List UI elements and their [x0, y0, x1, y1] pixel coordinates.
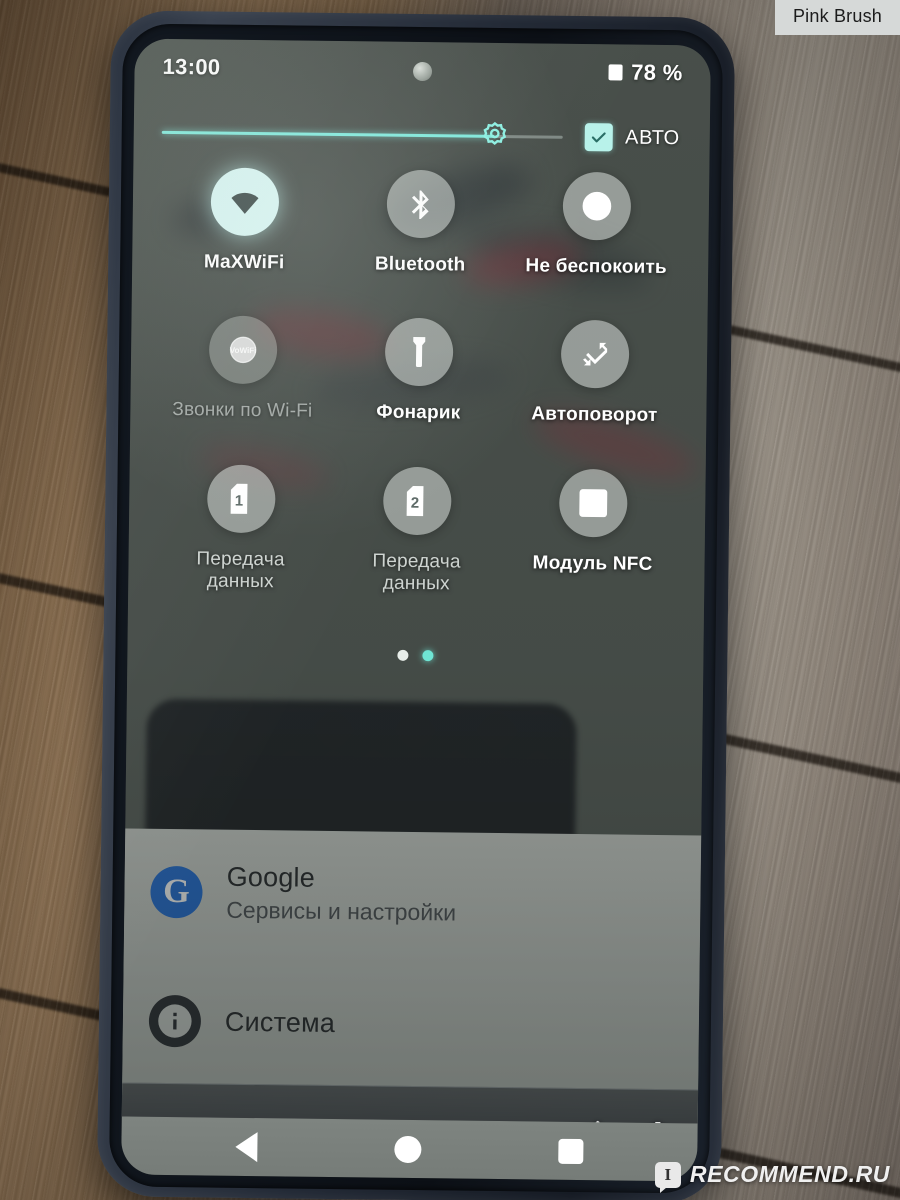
- recommend-logo-icon: I: [654, 1161, 681, 1193]
- tile-wifi[interactable]: MaXWiFi: [156, 167, 333, 276]
- auto-brightness-toggle[interactable]: АВТО: [584, 123, 680, 152]
- tile-label-line2: данных: [382, 572, 450, 595]
- quick-settings-pager[interactable]: [127, 646, 703, 664]
- tile-wifi-calling[interactable]: VoWiFi Звонки по Wi-Fi: [154, 315, 331, 424]
- home-button[interactable]: [394, 1135, 422, 1163]
- tile-label: Модуль NFC: [532, 552, 653, 575]
- tile-nfc[interactable]: Модуль NFC: [504, 468, 682, 599]
- svg-text:VoWiFi: VoWiFi: [230, 346, 257, 355]
- flashlight-icon[interactable]: [384, 318, 454, 387]
- tile-label: Передача данных: [196, 548, 285, 594]
- tile-label: Звонки по Wi-Fi: [172, 399, 313, 423]
- pager-dot-2[interactable]: [422, 649, 434, 661]
- auto-brightness-label: АВТО: [624, 126, 680, 149]
- svg-text:2: 2: [411, 494, 420, 511]
- tile-mobile-data-sim1[interactable]: 1 Передача данных: [152, 464, 330, 595]
- photo-scene: G Google Сервисы и настройки Система: [0, 0, 900, 1200]
- tile-mobile-data-sim2[interactable]: 2 Передача данных: [328, 466, 506, 597]
- tile-bluetooth[interactable]: Bluetooth: [332, 169, 509, 278]
- quick-settings-shade: 13:00 78 % АВТО MaXWiFi Bluetooth Не бес…: [121, 38, 711, 1182]
- tile-label: Передача данных: [372, 550, 461, 596]
- pager-dot-1[interactable]: [397, 649, 409, 661]
- tile-do-not-disturb[interactable]: Не беспокоить: [508, 171, 685, 280]
- wifi-icon[interactable]: [210, 167, 280, 237]
- tile-label-line2: данных: [206, 570, 274, 593]
- brightness-slider[interactable]: [161, 117, 564, 153]
- nfc-icon[interactable]: [558, 468, 628, 538]
- svg-text:1: 1: [235, 492, 244, 509]
- tile-label: MaXWiFi: [203, 251, 285, 274]
- tile-flashlight[interactable]: Фонарик: [330, 317, 507, 426]
- tile-label: Bluetooth: [374, 253, 466, 276]
- status-bar-clock: 13:00: [162, 53, 221, 80]
- do-not-disturb-icon[interactable]: [562, 171, 632, 241]
- sim-2-icon[interactable]: 2: [382, 466, 452, 536]
- tile-auto-rotate[interactable]: Автоповорот: [506, 320, 683, 429]
- battery-icon: [608, 64, 623, 81]
- tile-label-line1: Передача: [372, 550, 461, 573]
- watermark-text: RECOMMEND.RU: [689, 1161, 890, 1187]
- brightness-track-filled: [161, 130, 495, 138]
- tile-label: Автоповорот: [531, 403, 658, 427]
- front-camera: [412, 61, 433, 82]
- checkbox-checked-icon[interactable]: [584, 123, 614, 152]
- tile-label: Фонарик: [376, 401, 461, 424]
- brightness-row: АВТО: [134, 95, 711, 160]
- tile-label: Не беспокоить: [525, 255, 667, 279]
- watermark-pink-brush: Pink Brush: [774, 0, 900, 35]
- navigation-bar: [121, 1116, 698, 1182]
- vowifi-icon[interactable]: VoWiFi: [208, 315, 278, 385]
- recents-button[interactable]: [557, 1138, 584, 1164]
- brightness-sun-icon[interactable]: [478, 119, 512, 153]
- back-button[interactable]: [235, 1131, 258, 1163]
- tile-label-line1: Передача: [196, 548, 285, 571]
- phone-screen: G Google Сервисы и настройки Система: [121, 38, 711, 1182]
- battery-percent-label: 78 %: [631, 59, 683, 86]
- auto-rotate-icon[interactable]: [560, 320, 630, 389]
- phone-device: G Google Сервисы и настройки Система: [96, 10, 736, 1200]
- bluetooth-icon[interactable]: [386, 169, 456, 239]
- quick-settings-tiles: MaXWiFi Bluetooth Не беспокоить VoWiFi З…: [128, 153, 709, 600]
- watermark-recommend-ru: I RECOMMEND.RU: [654, 1161, 890, 1193]
- sim-1-icon[interactable]: 1: [206, 464, 276, 534]
